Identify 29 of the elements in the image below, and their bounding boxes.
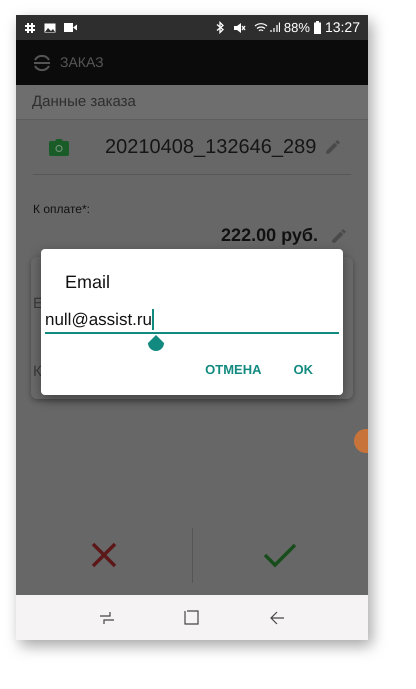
back-icon[interactable]	[269, 610, 286, 624]
amount-value: 222.00 руб.	[221, 224, 318, 247]
file-name: 20210408_132646_289	[105, 135, 316, 160]
video-icon	[64, 23, 77, 32]
dialog-title: Email	[65, 271, 110, 294]
pencil-icon[interactable]	[324, 138, 342, 156]
bluetooth-icon	[216, 21, 225, 34]
email-field[interactable]: null@assist.ru	[45, 306, 339, 334]
amount-label: К оплате*:	[33, 201, 90, 218]
signal-icon	[270, 22, 280, 33]
pencil-icon[interactable]	[330, 226, 348, 244]
mute-icon	[232, 22, 246, 34]
wifi-icon	[254, 22, 268, 33]
check-icon[interactable]	[263, 542, 298, 568]
image-icon	[44, 22, 56, 32]
app-title: ЗАКАЗ	[60, 53, 104, 72]
close-icon[interactable]	[90, 542, 117, 568]
home-icon[interactable]	[184, 610, 200, 625]
recent-apps-icon[interactable]	[98, 610, 115, 624]
grid-icon	[24, 22, 36, 34]
dialog-button[interactable]: ОТМЕНА	[197, 356, 270, 384]
battery-icon	[314, 21, 321, 34]
dialog-button[interactable]: OK	[286, 356, 321, 384]
battery-percent: 88%	[284, 18, 310, 37]
camera-icon[interactable]	[49, 138, 69, 156]
section-title: Данные заказа	[32, 92, 136, 112]
clock: 13:27	[324, 18, 360, 37]
email-value: null@assist.ru	[45, 308, 154, 330]
logo-icon	[32, 54, 52, 72]
